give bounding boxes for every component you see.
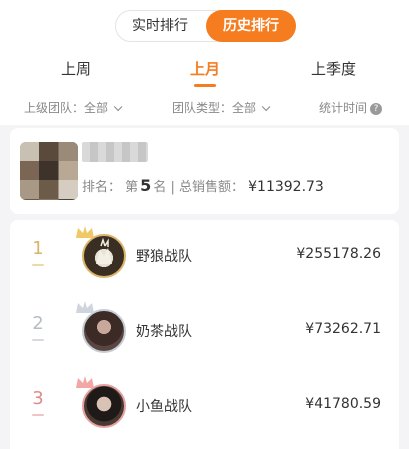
team-name: 小鱼战队 xyxy=(136,399,192,415)
team-sales: ¥73262.71 xyxy=(305,321,381,337)
list-item[interactable]: 3 小鱼战队 ¥41780.59 xyxy=(10,370,399,440)
team-type-filter[interactable]: 团队类型：全部 xyxy=(172,99,271,116)
rank-underline xyxy=(32,339,44,341)
team-sales: ¥255178.26 xyxy=(296,246,381,262)
rank-label: 排名： xyxy=(82,180,122,195)
ranking-type-switch: 实时排行 历史排行 xyxy=(115,10,296,42)
rank-number: 1 xyxy=(32,238,44,259)
parent-team-filter[interactable]: 上级团队：全部 xyxy=(24,99,123,116)
total-sales-label: | 总销售额： xyxy=(170,180,244,195)
team-sales: ¥41780.59 xyxy=(305,396,381,412)
gold-crown-icon xyxy=(76,226,94,238)
my-name-blurred xyxy=(82,142,148,162)
chevron-down-icon xyxy=(261,102,271,112)
rank-number: 3 xyxy=(32,388,44,409)
tab-last-month[interactable]: 上月 xyxy=(190,58,220,79)
list-item[interactable]: 1 野狼战队 ¥255178.26 xyxy=(10,220,399,290)
my-total-sales: ¥11392.73 xyxy=(248,179,324,195)
list-item[interactable]: 2 奶茶战队 ¥73262.71 xyxy=(10,295,399,365)
chevron-down-icon xyxy=(113,102,123,112)
tab-history-ranking[interactable]: 历史排行 xyxy=(206,10,296,42)
rank-suffix: 名 xyxy=(153,180,167,195)
tab-realtime-ranking[interactable]: 实时排行 xyxy=(116,10,204,42)
help-icon: ? xyxy=(370,103,383,115)
stat-time-label: 统计时间 xyxy=(319,101,368,115)
my-stats-line: 排名： 第5名 | 总销售额： ¥11392.73 xyxy=(82,176,324,195)
header-panel: 实时排行 历史排行 上周 上月 上季度 上级团队：全部 团队类型：全部 统计时间… xyxy=(0,0,409,125)
stat-time-info[interactable]: 统计时间? xyxy=(319,99,383,116)
team-avatar xyxy=(82,234,126,278)
team-ranking-list: 1 野狼战队 ¥255178.26 2 奶茶战队 ¥73262.71 3 小鱼战… xyxy=(10,220,399,449)
team-avatar xyxy=(82,309,126,353)
team-avatar xyxy=(82,384,126,428)
my-rank-value: 5 xyxy=(140,176,152,195)
rank-underline xyxy=(32,264,44,266)
team-name: 野狼战队 xyxy=(136,249,192,265)
rank-underline xyxy=(32,414,44,416)
parent-team-filter-label: 上级团队：全部 xyxy=(24,101,109,115)
my-rank-card: 排名： 第5名 | 总销售额： ¥11392.73 xyxy=(10,128,399,214)
silver-crown-icon xyxy=(76,301,94,313)
team-type-filter-label: 团队类型：全部 xyxy=(172,101,257,115)
rank-prefix: 第 xyxy=(125,180,139,195)
tab-last-quarter[interactable]: 上季度 xyxy=(311,58,356,79)
rank-number: 2 xyxy=(32,313,44,334)
my-avatar xyxy=(20,142,78,200)
team-name: 奶茶战队 xyxy=(136,324,192,340)
wolf-logo-icon xyxy=(96,237,112,264)
bronze-crown-icon xyxy=(76,376,94,388)
tab-last-week[interactable]: 上周 xyxy=(61,58,91,79)
active-tab-indicator xyxy=(194,84,216,87)
